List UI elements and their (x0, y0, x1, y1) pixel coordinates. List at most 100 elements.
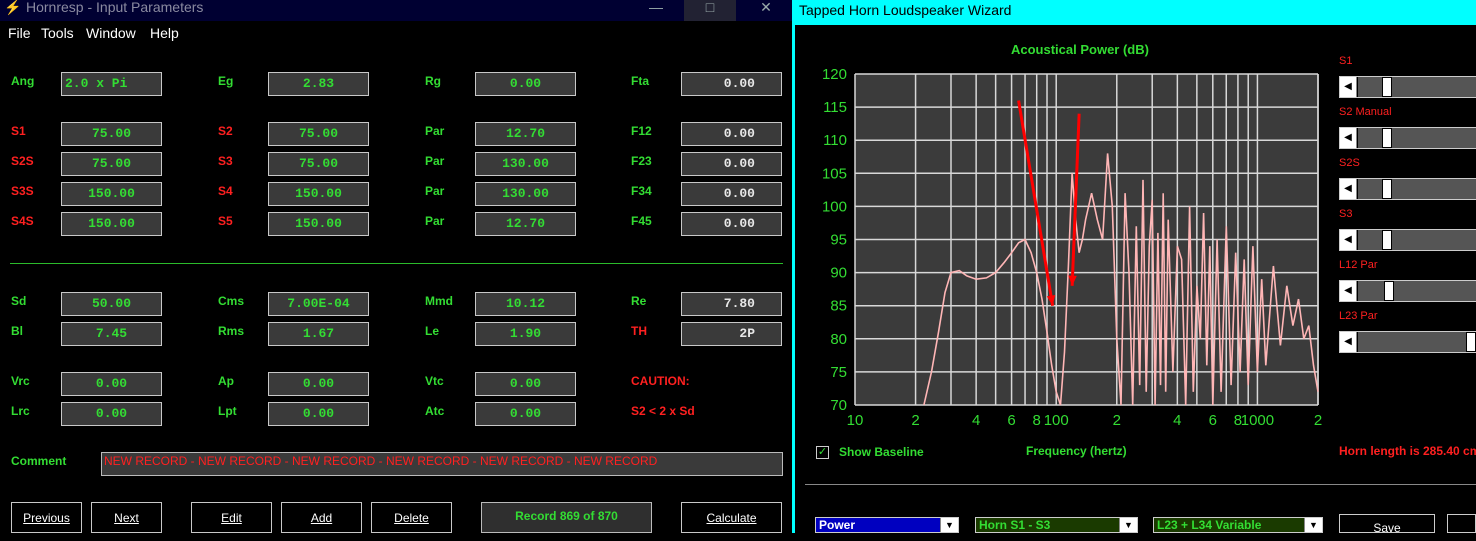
field-f34[interactable]: 0.00 (681, 182, 782, 206)
minimize-button[interactable]: — (630, 0, 682, 21)
field-s3s[interactable]: 150.00 (61, 182, 162, 206)
field-ang[interactable]: 2.0 x Pi (61, 72, 162, 96)
horn-select[interactable]: Horn S1 - S3 ▼ (975, 517, 1138, 533)
chevron-left-icon[interactable]: ◀ (1340, 230, 1357, 250)
field-le[interactable]: 1.90 (475, 322, 576, 346)
close-button[interactable]: ✕ (740, 0, 792, 21)
menu-file[interactable]: File (8, 25, 31, 41)
field-atc[interactable]: 0.00 (475, 402, 576, 426)
slider[interactable]: ◀ (1339, 229, 1476, 251)
comment-field[interactable]: NEW RECORD - NEW RECORD - NEW RECORD - N… (101, 452, 783, 476)
field-f12[interactable]: 0.00 (681, 122, 782, 146)
field-par-3[interactable]: 130.00 (475, 182, 576, 206)
slider[interactable]: ◀ (1339, 280, 1476, 302)
right-window-title: Tapped Horn Loudspeaker Wizard (795, 0, 1476, 25)
field-par-2[interactable]: 130.00 (475, 152, 576, 176)
show-baseline-checkbox[interactable]: ✓ (816, 446, 829, 459)
field-vtc[interactable]: 0.00 (475, 372, 576, 396)
label-s3s: S3S (11, 184, 34, 198)
field-par-4[interactable]: 12.70 (475, 212, 576, 236)
output-select-value: Power (819, 518, 856, 532)
x-tick-label: 8 (1033, 412, 1041, 429)
x-tick-label: 2 (1113, 412, 1121, 429)
variable-select[interactable]: L23 + L34 Variable ▼ (1153, 517, 1323, 533)
slider-track[interactable] (1358, 179, 1476, 199)
slider[interactable]: ◀ (1339, 127, 1476, 149)
caution-message: S2 < 2 x Sd (631, 404, 695, 418)
slider[interactable]: ◀ (1339, 331, 1476, 353)
x-tick-label: 100 (1044, 412, 1069, 429)
label-s2s: S2S (11, 154, 34, 168)
save-button[interactable]: Save (1339, 514, 1435, 535)
field-lpt[interactable]: 0.00 (268, 402, 369, 426)
label-s1: S1 (11, 124, 26, 138)
label-sd: Sd (11, 294, 27, 308)
label-vrc: Vrc (11, 374, 30, 388)
slider[interactable]: ◀ (1339, 178, 1476, 200)
y-tick-label: 120 (822, 66, 847, 83)
label-eg: Eg (218, 74, 234, 88)
field-mmd[interactable]: 10.12 (475, 292, 576, 316)
label-mmd: Mmd (425, 294, 453, 308)
left-window-title: Hornresp - Input Parameters (26, 0, 204, 15)
slider-thumb[interactable] (1466, 332, 1476, 352)
calculate-button[interactable]: Calculate (681, 502, 782, 533)
field-s2s[interactable]: 75.00 (61, 152, 162, 176)
field-vrc[interactable]: 0.00 (61, 372, 162, 396)
maximize-button[interactable]: □ (684, 0, 736, 21)
label-f45: F45 (631, 214, 652, 228)
field-cms[interactable]: 7.00E-04 (268, 292, 369, 316)
field-s4[interactable]: 150.00 (268, 182, 369, 206)
field-s5[interactable]: 150.00 (268, 212, 369, 236)
extra-button[interactable] (1447, 514, 1476, 533)
chevron-left-icon[interactable]: ◀ (1340, 281, 1357, 301)
chevron-left-icon[interactable]: ◀ (1340, 77, 1357, 97)
field-s4s[interactable]: 150.00 (61, 212, 162, 236)
field-lrc[interactable]: 0.00 (61, 402, 162, 426)
field-rg[interactable]: 0.00 (475, 72, 576, 96)
field-ap[interactable]: 0.00 (268, 372, 369, 396)
add-button[interactable]: Add (281, 502, 362, 533)
slider-thumb[interactable] (1382, 179, 1392, 199)
field-eg[interactable]: 2.83 (268, 72, 369, 96)
field-par-1[interactable]: 12.70 (475, 122, 576, 146)
next-button[interactable]: Next (91, 502, 162, 533)
slider-thumb[interactable] (1382, 128, 1392, 148)
label-fta: Fta (631, 74, 649, 88)
slider-label: S1 (1339, 55, 1353, 67)
slider-thumb[interactable] (1382, 77, 1392, 97)
delete-button[interactable]: Delete (371, 502, 452, 533)
output-select[interactable]: Power ▼ (815, 517, 959, 533)
chevron-left-icon[interactable]: ◀ (1340, 179, 1357, 199)
slider-track[interactable] (1358, 230, 1476, 250)
field-bl[interactable]: 7.45 (61, 322, 162, 346)
label-par-1: Par (425, 124, 445, 138)
field-s2[interactable]: 75.00 (268, 122, 369, 146)
slider-track[interactable] (1358, 128, 1476, 148)
menu-window[interactable]: Window (86, 25, 136, 41)
slider-track[interactable] (1358, 281, 1476, 301)
slider-thumb[interactable] (1382, 230, 1392, 250)
chevron-left-icon[interactable]: ◀ (1340, 128, 1357, 148)
chevron-down-icon: ▼ (1304, 518, 1322, 532)
field-th[interactable]: 2P (681, 322, 782, 346)
chevron-left-icon[interactable]: ◀ (1340, 332, 1357, 352)
field-s1[interactable]: 75.00 (61, 122, 162, 146)
edit-button[interactable]: Edit (191, 502, 272, 533)
slider-track[interactable] (1358, 332, 1476, 352)
field-re[interactable]: 7.80 (681, 292, 782, 316)
field-s3[interactable]: 75.00 (268, 152, 369, 176)
field-fta[interactable]: 0.00 (681, 72, 782, 96)
field-f45[interactable]: 0.00 (681, 212, 782, 236)
slider[interactable]: ◀ (1339, 76, 1476, 98)
horn-select-value: Horn S1 - S3 (979, 518, 1051, 532)
acoustical-power-chart: 12011511010510095908580757010 2 4 6 8 100 2 4 6 8… (822, 66, 1322, 429)
field-rms[interactable]: 1.67 (268, 322, 369, 346)
previous-button[interactable]: Previous (11, 502, 82, 533)
field-sd[interactable]: 50.00 (61, 292, 162, 316)
field-f23[interactable]: 0.00 (681, 152, 782, 176)
menu-help[interactable]: Help (150, 25, 179, 41)
slider-track[interactable] (1358, 77, 1476, 97)
menu-tools[interactable]: Tools (41, 25, 74, 41)
slider-thumb[interactable] (1384, 281, 1395, 301)
